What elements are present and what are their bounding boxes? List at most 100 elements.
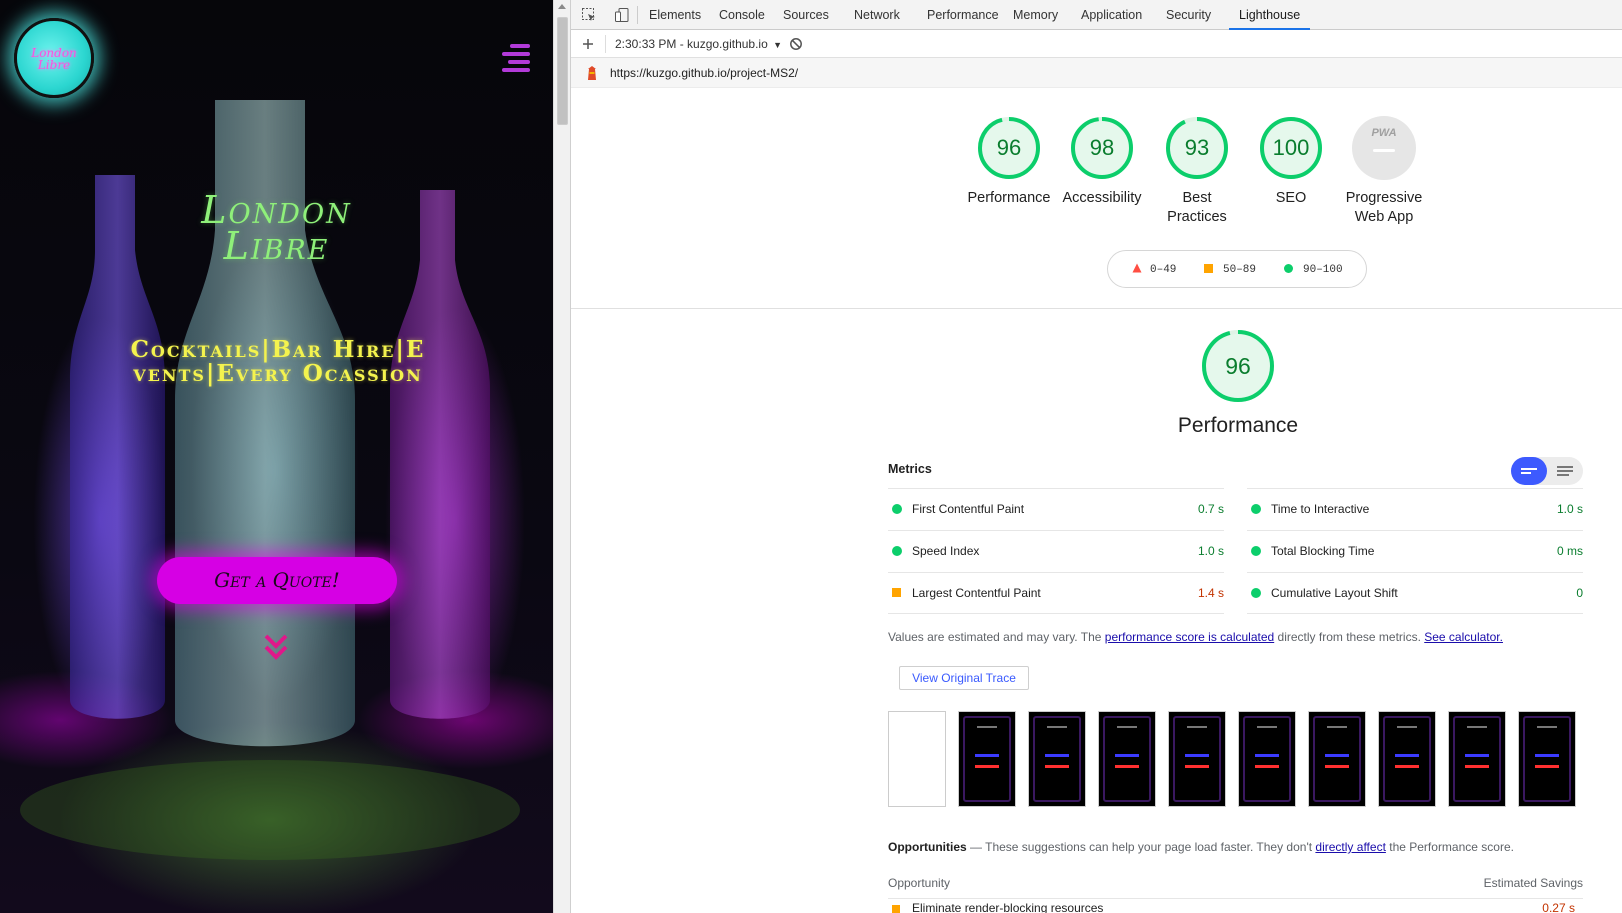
directly-affect-link[interactable]: directly affect <box>1315 840 1385 854</box>
score-best-practices-label-line2: Practices <box>1167 209 1227 225</box>
tab-elements[interactable]: Elements <box>649 0 701 30</box>
filmstrip-frame <box>958 711 1016 807</box>
legend-fail: 0–49 <box>1132 263 1176 277</box>
tab-network[interactable]: Network <box>854 0 900 30</box>
tab-lighthouse[interactable]: Lighthouse <box>1229 0 1311 30</box>
score-scale-legend: 0–49 50–89 90–100 <box>1107 250 1367 288</box>
tab-performance[interactable]: Performance <box>927 0 999 30</box>
inspect-element-icon[interactable] <box>581 7 597 23</box>
score-best-practices-value: 93 <box>1184 135 1210 160</box>
metric-name: Cumulative Layout Shift <box>1271 586 1398 600</box>
score-accessibility-label: Accessibility <box>1062 190 1142 206</box>
performance-gauge-value: 96 <box>1225 353 1251 379</box>
performance-gauge: 96 <box>1200 328 1276 404</box>
metric-name: First Contentful Paint <box>912 502 1025 516</box>
site-title-line1: London <box>201 188 352 232</box>
legend-average-label: 50–89 <box>1223 264 1257 276</box>
metrics-header: Metrics <box>888 462 932 476</box>
score-performance-value: 96 <box>996 135 1022 160</box>
performance-title: Performance <box>1177 414 1299 437</box>
report-url-bar: https://kuzgo.github.io/project-MS2/ <box>571 58 1622 88</box>
opportunity-name: Eliminate render-blocking resources <box>912 901 1104 913</box>
score-pwa-label-line1: Progressive <box>1345 190 1423 206</box>
tab-application[interactable]: Application <box>1081 0 1142 30</box>
scrollbar-thumb[interactable] <box>557 17 568 125</box>
legend-pass-label: 90–100 <box>1303 264 1343 276</box>
opportunity-savings: 0.27 s <box>1542 901 1575 913</box>
opportunity-row[interactable]: Eliminate render-blocking resources 0.27… <box>888 898 1583 913</box>
legend-average: 50–89 <box>1204 263 1256 277</box>
opportunities-table-header: Opportunity Estimated Savings <box>888 876 1583 890</box>
triangle-fail-icon <box>1132 263 1142 273</box>
pass-circle-icon <box>1251 546 1261 556</box>
pass-circle-icon <box>892 546 902 556</box>
metrics-view-toggle[interactable] <box>1511 457 1583 485</box>
score-pwa-label-line2: Web App <box>1354 209 1414 225</box>
dropdown-arrow-icon: ▼ <box>773 40 783 50</box>
site-scrollbar[interactable] <box>553 0 570 913</box>
metric-cumulative-layout-shift: Cumulative Layout Shift 0 <box>1247 572 1583 614</box>
metrics-note: Values are estimated and may vary. The p… <box>888 630 1503 644</box>
site-title: London Libre <box>0 188 553 265</box>
lighthouse-logo-icon <box>588 66 596 80</box>
filmstrip-frame <box>1238 711 1296 807</box>
filmstrip-frame <box>1098 711 1156 807</box>
square-average-icon <box>1204 264 1213 273</box>
scroll-up-arrow-icon[interactable] <box>558 4 566 9</box>
report-select[interactable]: 2:30:33 PM - kuzgo.github.io ▼ <box>615 37 782 51</box>
metric-value: 1.0 s <box>1197 544 1224 558</box>
get-a-quote-button[interactable]: Get a Quote! <box>157 557 397 604</box>
view-original-trace-button[interactable]: View Original Trace <box>899 666 1029 690</box>
filmstrip-frame <box>888 711 946 807</box>
metric-largest-contentful-paint: Largest Contentful Paint 1.4 s <box>888 572 1224 614</box>
tab-security[interactable]: Security <box>1166 0 1211 30</box>
tab-console[interactable]: Console <box>719 0 765 30</box>
metric-value: 0 ms <box>1556 544 1583 558</box>
site-tagline: Cocktails|Bar Hire|Events|Every Ocassion <box>130 336 426 387</box>
site-logo[interactable]: London Libre <box>14 18 94 98</box>
estimated-savings-column-header: Estimated Savings <box>1483 876 1583 890</box>
metric-speed-index: Speed Index 1.0 s <box>888 530 1224 572</box>
metric-value: 0 <box>1576 586 1583 600</box>
devtools-panel: Elements Console Sources Network Perform… <box>570 0 1622 913</box>
average-square-icon <box>892 905 900 913</box>
metric-value: 1.0 s <box>1556 502 1583 516</box>
pass-circle-icon <box>1251 504 1261 514</box>
score-accessibility[interactable]: 98 Accessibility <box>1047 115 1157 208</box>
bottles-background-image <box>20 100 520 860</box>
clear-reports-icon[interactable] <box>789 37 803 51</box>
score-pwa-label: Progressive Web App <box>1329 189 1439 227</box>
filmstrip-frame <box>1308 711 1366 807</box>
metric-value: 1.4 s <box>1197 586 1224 600</box>
report-select-label: 2:30:33 PM - kuzgo.github.io <box>615 37 768 51</box>
pass-circle-icon <box>1251 588 1261 598</box>
metric-value: 0.7 s <box>1197 502 1224 516</box>
lighthouse-toolbar: 2:30:33 PM - kuzgo.github.io ▼ <box>571 30 1622 58</box>
report-url[interactable]: https://kuzgo.github.io/project-MS2/ <box>610 66 798 80</box>
plus-icon[interactable] <box>581 37 595 51</box>
hamburger-menu-icon[interactable] <box>500 44 530 72</box>
device-toolbar-icon[interactable] <box>614 7 630 23</box>
opportunities-text: — These suggestions can help your page l… <box>966 840 1316 854</box>
filmstrip-frame <box>1378 711 1436 807</box>
site-preview: London Libre London Libre Cocktails|Bar … <box>0 0 553 913</box>
note-text: directly from these metrics. <box>1274 630 1425 644</box>
pass-circle-icon <box>892 504 902 514</box>
see-calculator-link[interactable]: See calculator. <box>1424 630 1503 644</box>
average-square-icon <box>892 588 901 597</box>
chevron-double-down-icon[interactable] <box>264 632 288 662</box>
site-logo-text: London Libre <box>31 46 77 72</box>
filmstrip-frame <box>1168 711 1226 807</box>
score-pwa[interactable]: PWA Progressive Web App <box>1329 115 1439 227</box>
toggle-summary-view[interactable] <box>1511 457 1547 485</box>
tab-memory[interactable]: Memory <box>1013 0 1058 30</box>
tab-sources[interactable]: Sources <box>783 0 829 30</box>
pwa-badge-text: PWA <box>1371 127 1397 139</box>
legend-fail-label: 0–49 <box>1150 264 1177 276</box>
pwa-badge-icon <box>1352 116 1416 180</box>
metric-name: Time to Interactive <box>1271 502 1370 516</box>
expanded-lines-icon[interactable] <box>1547 457 1583 485</box>
metric-name: Total Blocking Time <box>1271 544 1375 558</box>
score-calculated-link[interactable]: performance score is calculated <box>1105 630 1274 644</box>
summary-lines-icon <box>1521 468 1537 474</box>
